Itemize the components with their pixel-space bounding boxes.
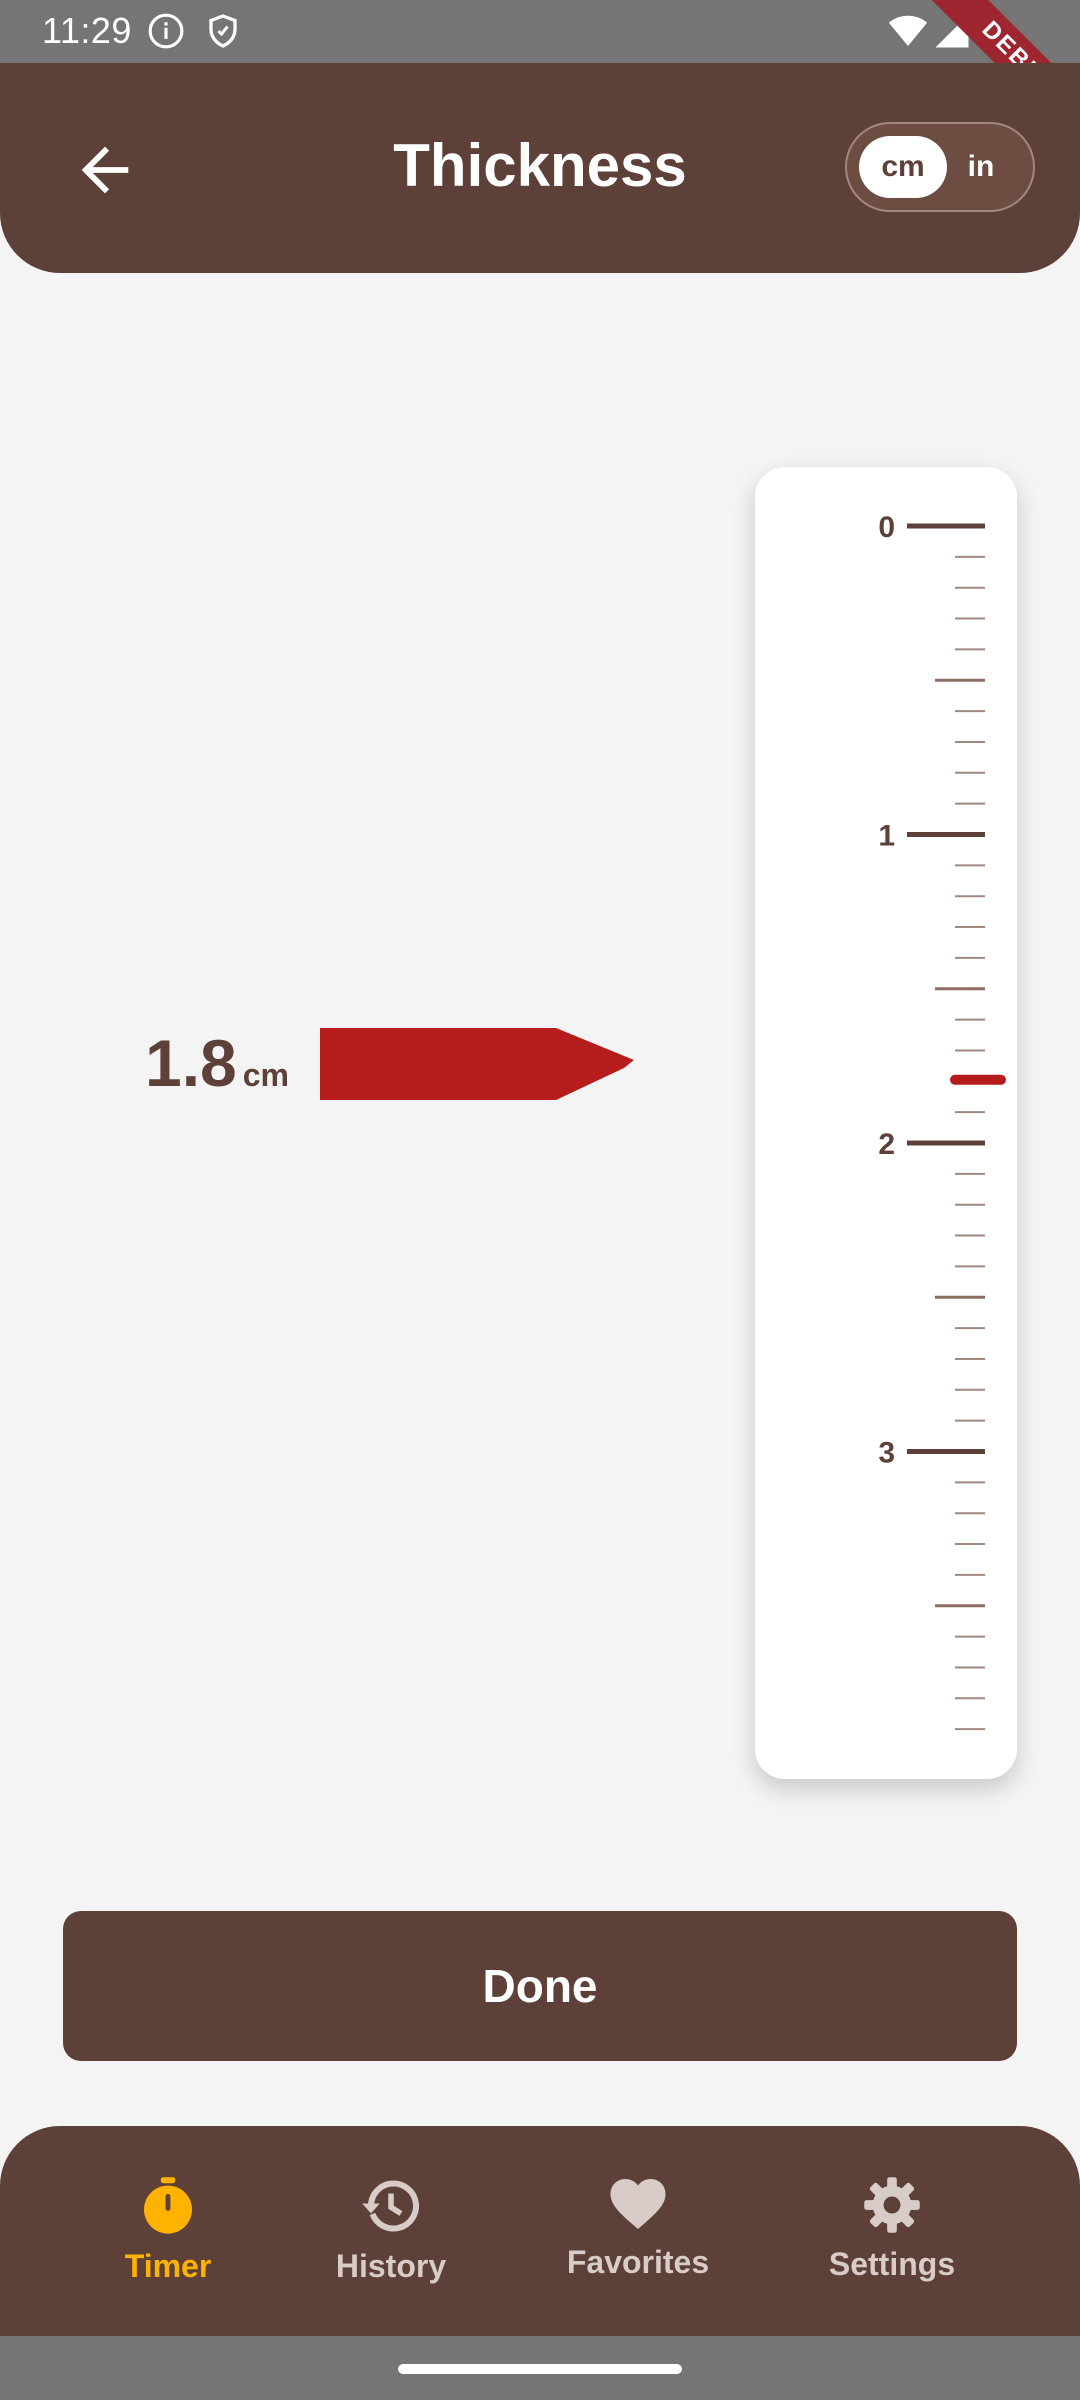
bottom-navigation: Timer History Favorites Settings [0,2126,1080,2336]
ruler-label: 3 [878,1437,895,1470]
nav-label-settings: Settings [828,2246,956,2282]
gesture-area [0,2336,1080,2400]
done-button[interactable]: Done [63,1911,1017,2061]
home-gesture-bar[interactable] [398,2364,682,2374]
ruler-label: 2 [878,1128,895,1161]
nav-item-settings[interactable]: Settings [792,2176,992,2283]
wifi-icon [888,15,928,46]
unit-option-in[interactable]: in [937,136,1025,198]
status-time: 11:29 [42,10,132,51]
nav-item-history[interactable]: History [291,2176,491,2285]
nav-label-history: History [335,2248,447,2284]
info-icon [148,13,184,49]
stopwatch-icon [144,2177,192,2234]
thickness-pointer-icon [320,1028,634,1100]
nav-label-timer: Timer [124,2248,212,2284]
nav-item-timer[interactable]: Timer [68,2176,268,2285]
thickness-readout: 1.8 cm [145,1025,289,1101]
nav-item-favorites[interactable]: Favorites [538,2176,738,2281]
status-bar: 11:29 DEBUG [0,0,1080,167]
shield-icon [209,14,237,48]
unit-toggle[interactable]: cm in [845,122,1035,212]
gear-icon [864,2177,920,2233]
thickness-value: 1.8 [145,1026,237,1100]
history-icon [362,2180,420,2232]
nav-label-favorites: Favorites [566,2244,710,2280]
thickness-unit: cm [242,1057,289,1093]
app-bar: Thickness cm in [0,63,1080,273]
ruler-label: 1 [878,820,895,853]
thickness-ruler[interactable]: 0 1 2 3 [755,467,1017,1779]
ruler-label: 0 [878,511,895,544]
heart-icon [610,2179,666,2229]
unit-option-cm[interactable]: cm [859,136,947,198]
